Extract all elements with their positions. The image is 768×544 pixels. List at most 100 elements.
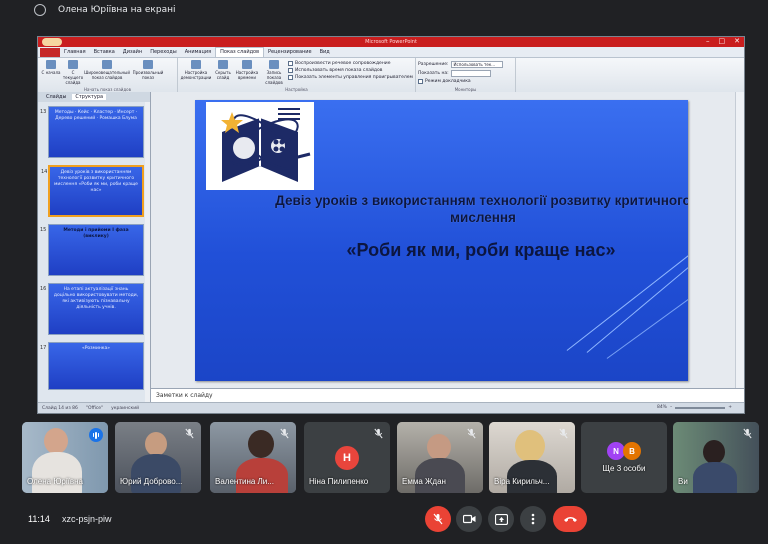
slide-thumbnail[interactable]: 13 Методы · Кейс · Кластер · Инсерт · Де…: [40, 106, 144, 158]
slide-thumbnail-selected[interactable]: 14 Девіз уроків з використанням технолог…: [41, 165, 144, 217]
thumbnail-number: 15: [40, 227, 47, 233]
present-screen-icon: [34, 4, 46, 16]
broadcast-icon: [102, 60, 112, 69]
hang-up-icon: [563, 517, 577, 522]
slide-subtitle: «Роби як ми, роби краще нас»: [346, 240, 616, 260]
resolution-label: Разрешение:: [418, 62, 449, 67]
ribbon: С начала С текущего слайда Широковещател…: [38, 58, 744, 93]
close-icon[interactable]: ✕: [734, 37, 740, 45]
more-options-button[interactable]: [520, 506, 546, 532]
tab-view[interactable]: Вид: [316, 48, 334, 57]
tab-outline[interactable]: Структура: [72, 94, 107, 100]
thumbnail-text: Девіз уроків з використанням технології …: [54, 170, 138, 193]
more-participants-tile[interactable]: N B Ще 3 особи: [581, 422, 667, 493]
setup-icon: [191, 60, 201, 69]
ppt-workarea: Слайды Структура 13 Методы · Кейс · Клас…: [38, 92, 744, 403]
participant-tile[interactable]: Емма Ждан: [397, 422, 483, 493]
thumbnail-number: 14: [41, 169, 48, 175]
thumbnail-text: Методы · Кейс · Кластер · Инсерт · Дерев…: [54, 110, 138, 121]
tab-transitions[interactable]: Переходы: [146, 48, 181, 57]
more-participants-label: Ще 3 особи: [602, 464, 646, 473]
present-now-button[interactable]: [488, 506, 514, 532]
tab-review[interactable]: Рецензирование: [264, 48, 316, 57]
status-bar: Слайд 14 из 86 "Officе" украинский 84% –…: [38, 402, 744, 413]
thumbnail-text: Методи і прийоми І фаза (виклику): [63, 228, 129, 239]
mic-off-icon: [374, 428, 383, 439]
tab-animation[interactable]: Анимация: [181, 48, 215, 57]
zoom-level: 84%: [656, 405, 667, 410]
narrations-checkbox[interactable]: Воспроизвести речевое сопровождение: [288, 61, 413, 66]
quick-access-toolbar[interactable]: [42, 38, 62, 46]
minimize-icon[interactable]: –: [706, 37, 710, 45]
thumbnail-number: 16: [40, 286, 47, 292]
notes-pane[interactable]: Заметки к слайду: [151, 388, 744, 403]
participant-name: Емма Ждан: [402, 477, 446, 486]
shared-screen: Microsoft PowerPoint – □ ✕ Главная Встав…: [37, 36, 745, 414]
participant-tile[interactable]: Валентина Ли...: [210, 422, 296, 493]
present-screen-icon: [494, 513, 508, 525]
play-current-icon: [68, 60, 78, 69]
presenter-view-checkbox[interactable]: Режим докладчика: [418, 79, 503, 84]
tab-home[interactable]: Главная: [60, 48, 90, 57]
timings-checkbox[interactable]: Использовать время показа слайдов: [288, 68, 413, 73]
zoom-slider[interactable]: [675, 406, 726, 409]
zoom-out-icon[interactable]: –: [670, 405, 672, 410]
thumbnail-number: 17: [40, 345, 47, 351]
thumbnail-text: На етапі актуалізації знань доцільно вик…: [53, 287, 139, 310]
mic-off-icon: [185, 428, 194, 439]
window-title: Microsoft PowerPoint: [365, 39, 417, 45]
slide-logo-image: [206, 102, 314, 190]
participant-name: Юрий Доброво...: [120, 477, 183, 486]
slides-panel: Слайды Структура 13 Методы · Кейс · Клас…: [38, 92, 151, 403]
tab-design[interactable]: Дизайн: [119, 48, 146, 57]
participant-name: Валентина Ли...: [215, 477, 274, 486]
slide-canvas: Девіз уроків з використанням технології …: [151, 92, 744, 403]
slide-thumbnail[interactable]: 16 На етапі актуалізації знань доцільно …: [40, 283, 144, 335]
mic-off-icon: [559, 428, 568, 439]
meeting-controls-bar: 11:14 xzc-psjn-piw: [0, 500, 768, 544]
media-controls-checkbox[interactable]: Показать элементы управления проигрывате…: [288, 75, 413, 80]
participant-avatar: B: [623, 442, 641, 460]
slide-counter: Слайд 14 из 86: [42, 405, 78, 411]
resolution-select[interactable]: Использовать тек...: [450, 61, 503, 68]
maximize-icon[interactable]: □: [719, 37, 726, 45]
presenter-label: Олена Юріївна на екрані: [58, 5, 176, 15]
language-indicator[interactable]: украинский: [111, 406, 139, 411]
hide-slide-icon: [218, 60, 228, 69]
slide-thumbnail[interactable]: 17 «Розминка»: [40, 342, 144, 390]
zoom-in-icon[interactable]: +: [728, 405, 732, 410]
decorative-line: [566, 245, 688, 352]
meeting-clock: 11:14: [28, 514, 50, 524]
participant-name: Віра Кирильч...: [494, 477, 550, 486]
zoom-control[interactable]: 84% – +: [657, 405, 732, 410]
canvas-scrollbar[interactable]: [735, 92, 744, 389]
show-on-select[interactable]: [450, 70, 491, 77]
decorative-line: [586, 255, 688, 354]
leave-call-button[interactable]: [553, 506, 587, 532]
participant-tile[interactable]: Олена Юріївна: [22, 422, 108, 493]
self-tile[interactable]: Ви: [673, 422, 759, 493]
camera-toggle-button[interactable]: [456, 506, 482, 532]
theme-name: "Officе": [85, 405, 104, 411]
current-slide[interactable]: Девіз уроків з використанням технології …: [195, 100, 688, 381]
meeting-code: xzc-psjn-piw: [62, 514, 112, 524]
participant-tile[interactable]: Юрий Доброво...: [115, 422, 201, 493]
tab-slides[interactable]: Слайды: [46, 94, 66, 100]
slides-panel-tabs: Слайды Структура: [38, 92, 150, 102]
slides-panel-scrollbar[interactable]: [145, 102, 150, 403]
group-setup: Настройка демонстрации Скрыть слайд Наст…: [178, 58, 416, 92]
record-icon: [269, 60, 279, 69]
tab-insert[interactable]: Вставка: [90, 48, 119, 57]
tab-slideshow[interactable]: Показ слайдов: [215, 47, 265, 57]
participant-name: Олена Юріївна: [27, 477, 83, 486]
speaking-indicator-icon: [89, 428, 103, 442]
participant-tile[interactable]: Н Ніна Пилипенко: [304, 422, 390, 493]
camera-icon: [462, 514, 475, 524]
slide-thumbnail[interactable]: 15 Методи і прийоми І фаза (виклику): [40, 224, 144, 276]
participant-name: Ніна Пилипенко: [309, 477, 369, 486]
participant-tile[interactable]: Віра Кирильч...: [489, 422, 575, 493]
mic-off-icon: [280, 428, 289, 439]
timer-icon: [242, 60, 252, 69]
mic-toggle-button[interactable]: [425, 506, 451, 532]
tab-file[interactable]: [40, 48, 60, 57]
